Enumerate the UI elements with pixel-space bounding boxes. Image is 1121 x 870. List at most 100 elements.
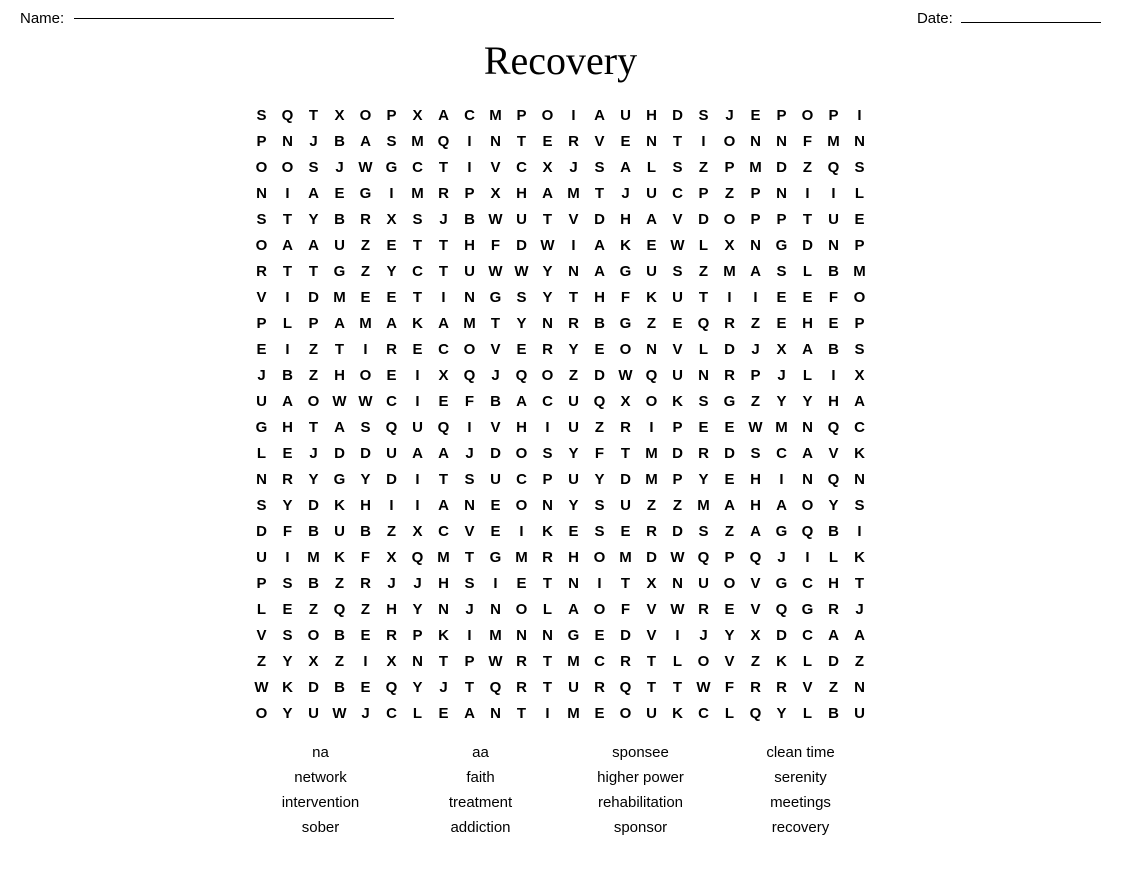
grid-cell: P	[457, 180, 483, 206]
grid-cell: P	[665, 414, 691, 440]
grid-cell: C	[847, 414, 873, 440]
grid-cell: A	[847, 622, 873, 648]
grid-cell: P	[379, 102, 405, 128]
grid-cell: H	[639, 102, 665, 128]
grid-cell: Y	[561, 336, 587, 362]
grid-cell: X	[535, 154, 561, 180]
grid-cell: M	[561, 180, 587, 206]
grid-cell: T	[405, 232, 431, 258]
grid-cell: T	[535, 570, 561, 596]
grid-cell: Z	[665, 492, 691, 518]
grid-cell: F	[613, 596, 639, 622]
grid-cell: W	[509, 258, 535, 284]
grid-cell: I	[457, 622, 483, 648]
grid-cell: M	[821, 128, 847, 154]
grid-cell: A	[405, 440, 431, 466]
grid-cell: D	[483, 440, 509, 466]
grid-cell: N	[847, 466, 873, 492]
grid-cell: B	[327, 128, 353, 154]
grid-cell: S	[379, 128, 405, 154]
grid-cell: J	[431, 674, 457, 700]
grid-cell: I	[769, 466, 795, 492]
grid-cell: Q	[691, 544, 717, 570]
grid-cell: U	[379, 440, 405, 466]
grid-cell: I	[587, 570, 613, 596]
grid-cell: J	[327, 154, 353, 180]
grid-cell: A	[457, 700, 483, 726]
grid-cell: P	[457, 648, 483, 674]
grid-cell: X	[405, 102, 431, 128]
grid-cell: V	[587, 128, 613, 154]
grid-cell: O	[639, 388, 665, 414]
grid-cell: B	[457, 206, 483, 232]
grid-cell: Y	[405, 674, 431, 700]
grid-cell: I	[405, 362, 431, 388]
grid-cell: L	[275, 310, 301, 336]
name-underline	[74, 18, 394, 19]
word-item: recovery	[721, 819, 881, 836]
grid-cell: Q	[483, 674, 509, 700]
grid-cell: S	[249, 102, 275, 128]
grid-cell: Z	[327, 648, 353, 674]
grid-cell: X	[639, 570, 665, 596]
grid-cell: Y	[535, 284, 561, 310]
grid-cell: N	[769, 180, 795, 206]
grid-cell: G	[561, 622, 587, 648]
grid-cell: I	[405, 388, 431, 414]
grid-cell: A	[769, 492, 795, 518]
grid-cell: Q	[379, 414, 405, 440]
grid-cell: W	[483, 258, 509, 284]
grid-cell: T	[795, 206, 821, 232]
grid-cell: P	[769, 206, 795, 232]
grid-cell: V	[821, 440, 847, 466]
grid-cell: O	[717, 206, 743, 232]
grid-cell: Q	[743, 544, 769, 570]
grid-cell: E	[717, 414, 743, 440]
grid-cell: T	[431, 154, 457, 180]
grid-cell: Z	[717, 518, 743, 544]
grid-cell: O	[847, 284, 873, 310]
grid-cell: Q	[821, 154, 847, 180]
grid-cell: G	[327, 466, 353, 492]
grid-cell: Q	[431, 414, 457, 440]
grid-cell: N	[535, 622, 561, 648]
grid-cell: C	[769, 440, 795, 466]
grid-cell: I	[561, 232, 587, 258]
grid-cell: Z	[847, 648, 873, 674]
grid-cell: A	[847, 388, 873, 414]
grid-cell: O	[535, 102, 561, 128]
grid-cell: E	[769, 310, 795, 336]
grid-cell: J	[769, 544, 795, 570]
word-item: sponsee	[561, 744, 721, 761]
grid-cell: S	[847, 492, 873, 518]
grid-cell: E	[379, 362, 405, 388]
grid-cell: Z	[327, 570, 353, 596]
grid-cell: A	[431, 440, 457, 466]
grid-cell: S	[405, 206, 431, 232]
grid-cell: Y	[691, 466, 717, 492]
grid-cell: L	[795, 700, 821, 726]
grid-cell: B	[327, 674, 353, 700]
grid-cell: I	[275, 336, 301, 362]
grid-cell: E	[613, 518, 639, 544]
grid-cell: G	[483, 284, 509, 310]
grid-cell: U	[561, 414, 587, 440]
grid-cell: K	[431, 622, 457, 648]
grid-cell: I	[795, 544, 821, 570]
grid-cell: K	[665, 388, 691, 414]
grid-cell: O	[509, 440, 535, 466]
grid-cell: V	[665, 206, 691, 232]
grid-cell: K	[535, 518, 561, 544]
grid-cell: J	[457, 440, 483, 466]
grid-cell: Q	[457, 362, 483, 388]
grid-cell: X	[769, 336, 795, 362]
grid-cell: G	[483, 544, 509, 570]
grid-cell: E	[353, 674, 379, 700]
grid-cell: Y	[795, 388, 821, 414]
grid-cell: B	[327, 622, 353, 648]
grid-cell: U	[665, 362, 691, 388]
word-item: meetings	[721, 794, 881, 811]
grid-cell: Q	[795, 518, 821, 544]
grid-cell: C	[509, 466, 535, 492]
grid-cell: X	[483, 180, 509, 206]
